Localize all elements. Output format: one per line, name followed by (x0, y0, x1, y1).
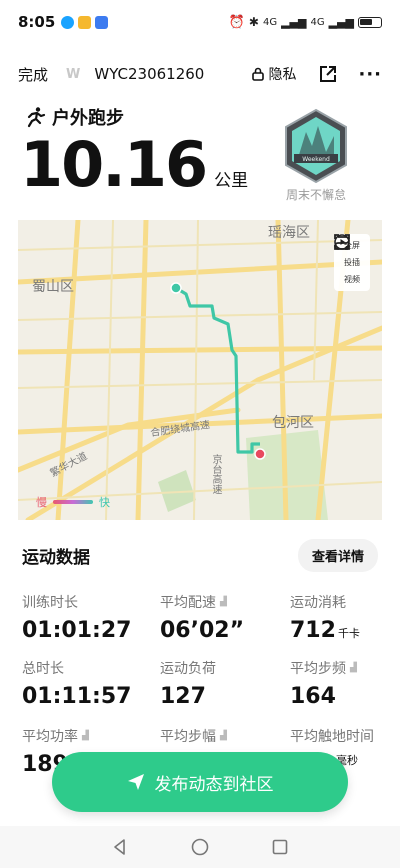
stat-label: 运动负荷 (160, 661, 216, 677)
stat-label: 平均步幅 (160, 729, 216, 745)
stat-value: 01:11:57 (22, 684, 132, 709)
legend-gradient (53, 500, 93, 504)
stat-value: 06’02” (160, 618, 245, 643)
chart-icon: ▟ (220, 597, 227, 607)
signal-1-label: 4G (262, 16, 278, 28)
stat-label: 运动消耗 (290, 595, 346, 611)
stat-unit: 千卡 (337, 627, 360, 640)
system-nav-bar (0, 826, 400, 868)
back-icon[interactable] (111, 838, 129, 856)
map-label-road2: 京台高速 (210, 454, 221, 494)
lock-icon (252, 67, 265, 81)
stat-value: 01:01:27 (22, 618, 132, 643)
publish-label: 发布动态到社区 (154, 774, 274, 795)
distance-unit: 公里 (214, 171, 249, 191)
cast-label: 投插 (344, 258, 360, 267)
stat-label: 平均配速 (160, 595, 216, 611)
weekend-badge[interactable]: Weekend (282, 108, 350, 184)
distance: 10.16 公里 (20, 134, 248, 196)
blue-app-icon (95, 15, 109, 29)
stat-total-duration: 总时长 01:11:57 (22, 658, 131, 709)
chart-icon: ▟ (350, 663, 357, 673)
stat-value: 164 (290, 684, 336, 709)
map-label-shushan: 蜀山区 (32, 279, 74, 295)
alarm-icon: ⏰ (228, 14, 245, 30)
stat-training-duration: 训练时长 01:01:27 (22, 592, 131, 643)
map-canvas (18, 220, 382, 520)
badge-caption: 周末不懈怠 (285, 188, 346, 202)
bluetooth-icon: ✱ (248, 15, 259, 29)
distance-value: 10.16 (20, 128, 208, 201)
status-app-icons (61, 15, 109, 29)
stats-header: 运动数据 查看详情 (0, 538, 400, 572)
play-icon (334, 234, 350, 250)
map-controls: 全屏 投插 视频 (334, 234, 370, 291)
legend-slow: 慢 (36, 496, 47, 509)
badge-text: Weekend (302, 156, 330, 163)
stat-avg-pace: 平均配速 ▟ 06’02” (160, 592, 244, 643)
yellow-app-icon (78, 15, 92, 29)
send-icon (127, 774, 144, 790)
record-id: WYC23061260 (94, 65, 205, 83)
more-icon[interactable]: ··· (358, 64, 382, 85)
chart-icon: ▟ (220, 731, 227, 741)
stat-label: 平均功率 (22, 729, 78, 745)
view-details-button[interactable]: 查看详情 (297, 538, 378, 572)
battery-icon (358, 16, 382, 28)
video-label: 视频 (344, 275, 360, 284)
publish-to-community-button[interactable]: 发布动态到社区 (52, 752, 348, 812)
stat-value: 712 (290, 618, 336, 643)
device-logo: W (66, 66, 81, 82)
stat-label: 总时长 (22, 661, 64, 677)
done-button[interactable]: 完成 (18, 64, 48, 85)
stat-calories: 运动消耗 712 千卡 (290, 592, 360, 643)
route-map[interactable]: 瑶海区 蜀山区 包河区 合肥绕城高速 繁华大道 京台高速 全屏 投插 视频 慢 (18, 220, 382, 520)
status-time: 8:05 (18, 13, 56, 31)
chart-icon: ▟ (82, 731, 89, 741)
video-button[interactable]: 视频 (334, 234, 360, 285)
home-icon[interactable] (191, 838, 209, 856)
stat-training-load: 运动负荷 127 (160, 658, 216, 709)
stat-avg-cadence: 平均步频 ▟ 164 (290, 658, 357, 709)
stat-label: 平均触地时间 (290, 729, 374, 745)
signal-2-label: 4G (310, 16, 325, 28)
stats-title: 运动数据 (22, 547, 90, 568)
privacy-label: 隐私 (268, 67, 297, 83)
legend-fast: 快 (99, 496, 110, 509)
map-label-yaohai: 瑶海区 (268, 225, 310, 241)
signal-1-icon: ▂▄▆ (281, 15, 307, 29)
cast-button[interactable]: 投插 (334, 236, 360, 268)
stat-label: 训练时长 (22, 595, 78, 611)
activity-type-label: 户外跑步 (52, 108, 124, 129)
share-icon[interactable] (318, 64, 338, 84)
privacy-button[interactable]: 隐私 (251, 64, 296, 84)
status-bar: 8:05 ⏰ ✱ 4G ▂▄▆ 4G ▂▄▆ (0, 0, 400, 44)
running-icon (27, 107, 46, 128)
shield-app-icon (61, 15, 75, 29)
activity-type: 户外跑步 (24, 104, 124, 130)
map-label-baohe: 包河区 (272, 415, 314, 431)
stat-avg-stride: 平均步幅 ▟ (160, 726, 227, 752)
status-indicators: ⏰ ✱ 4G ▂▄▆ 4G ▂▄▆ (229, 15, 382, 30)
pace-legend: 慢 快 (36, 494, 110, 510)
stat-label: 平均步频 (290, 661, 346, 677)
stat-value: 127 (160, 684, 206, 709)
recents-icon[interactable] (271, 838, 289, 856)
signal-2-icon: ▂▄▆ (328, 15, 354, 29)
header: 完成 W WYC23061260 隐私 ··· (0, 52, 400, 96)
